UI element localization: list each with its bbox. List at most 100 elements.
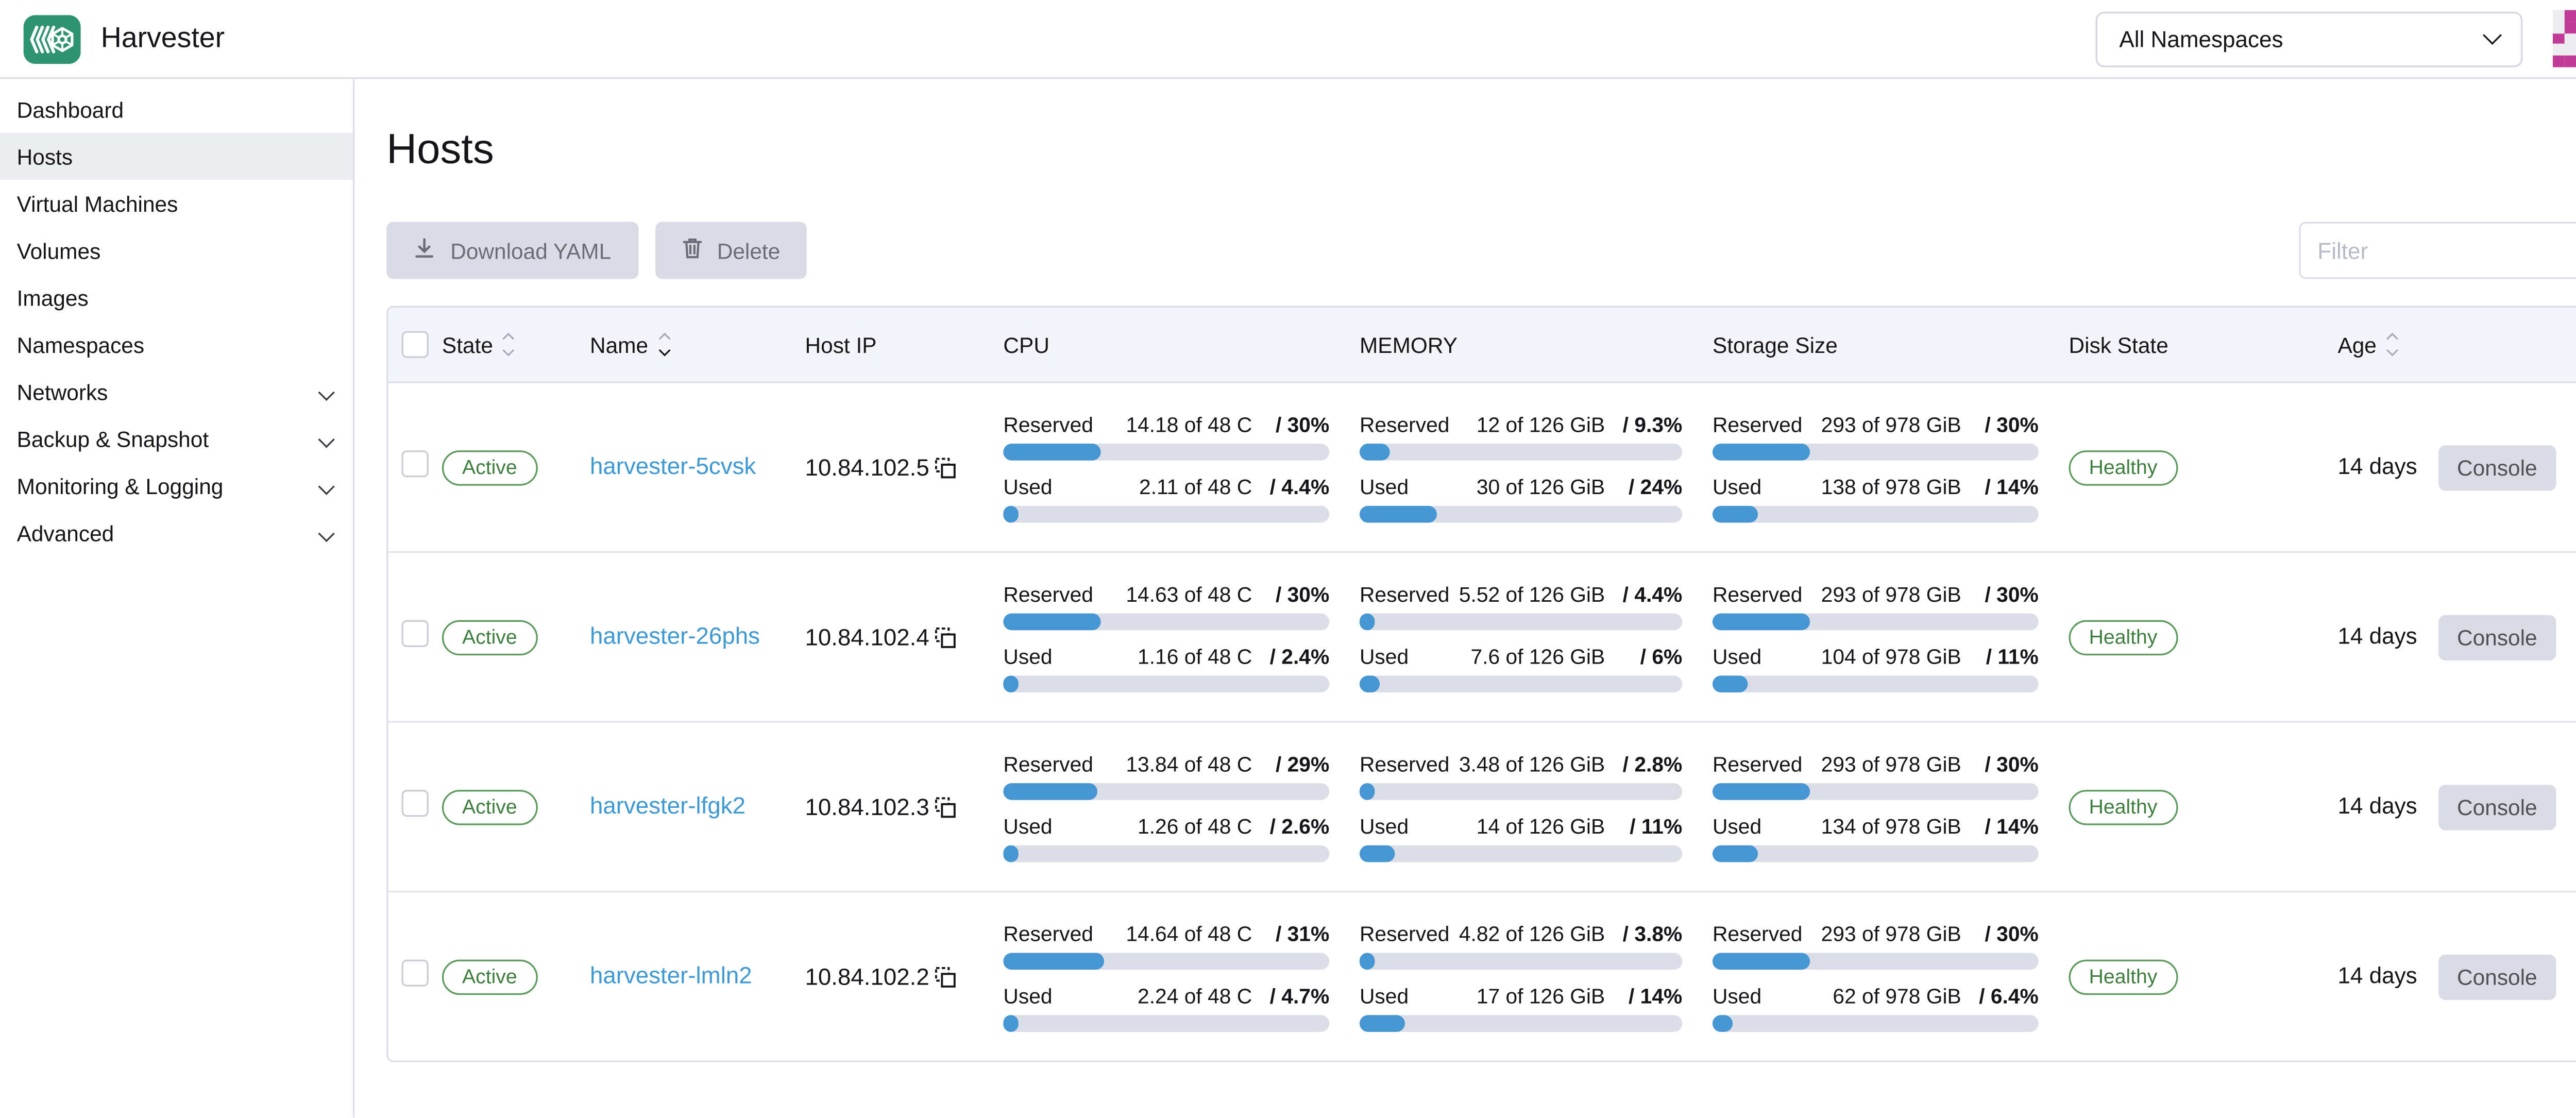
used-progress-fill xyxy=(1713,1014,1733,1031)
storage-meter: Reserved293 of 978 GiB/ 30%Used138 of 97… xyxy=(1702,413,2059,522)
sidebar-item-namespaces[interactable]: Namespaces xyxy=(0,321,353,368)
column-header-state[interactable]: State xyxy=(432,332,580,357)
used-percent: / 6.4% xyxy=(1961,984,2039,1008)
namespace-selector[interactable]: All Namespaces xyxy=(2096,11,2523,66)
reserved-amount: 14.63 of 48 C xyxy=(1126,582,1252,606)
cpu-reserved-line: Reserved13.84 of 48 C/ 29% xyxy=(1003,752,1329,776)
delete-button[interactable]: Delete xyxy=(655,222,807,279)
host-ip: 10.84.102.3 xyxy=(805,793,993,820)
reserved-percent: / 30% xyxy=(1252,413,1329,436)
table-row: Activeharvester-26phs10.84.102.4 Reserve… xyxy=(388,551,2576,721)
name-cell: harvester-26phs xyxy=(580,622,795,652)
storage-used-line: Used138 of 978 GiB/ 14% xyxy=(1713,475,2039,499)
row-checkbox-cell xyxy=(388,959,432,994)
used-label: Used xyxy=(1713,984,1833,1008)
reserved-percent: / 9.3% xyxy=(1605,413,1682,436)
sidebar-item-advanced[interactable]: Advanced xyxy=(0,509,353,556)
download-icon-slot xyxy=(413,237,435,264)
console-button[interactable]: Console xyxy=(2438,784,2555,829)
used-amount: 30 of 126 GiB xyxy=(1477,475,1605,499)
chevron-down-icon xyxy=(318,478,333,494)
memory-reserved-line: Reserved4.82 of 126 GiB/ 3.8% xyxy=(1360,922,1682,945)
cpu-reserved-line: Reserved14.18 of 48 C/ 30% xyxy=(1003,413,1329,436)
sidebar-item-virtual-machines[interactable]: Virtual Machines xyxy=(0,180,353,227)
used-percent: / 14% xyxy=(1605,984,1682,1008)
copy-icon[interactable] xyxy=(935,456,956,478)
used-label: Used xyxy=(1713,475,1821,499)
reserved-percent: / 4.4% xyxy=(1605,582,1682,606)
row-checkbox[interactable] xyxy=(402,619,429,646)
sidebar-item-backup-snapshot[interactable]: Backup & Snapshot xyxy=(0,415,353,462)
cpu-meter: Reserved14.64 of 48 C/ 31%Used2.24 of 48… xyxy=(993,922,1350,1031)
table-row: Activeharvester-lfgk210.84.102.3 Reserve… xyxy=(388,721,2576,890)
sidebar-item-label: Backup & Snapshot xyxy=(17,426,209,451)
filter-input[interactable] xyxy=(2299,222,2576,279)
header-checkbox-cell xyxy=(388,331,432,358)
disk-state-cell: Healthy xyxy=(2059,619,2314,655)
reserved-progress-fill xyxy=(1003,782,1097,799)
harvester-app: Harvester All Namespaces DashboardHostsV… xyxy=(0,0,2576,1117)
copy-icon[interactable] xyxy=(935,796,956,818)
used-label: Used xyxy=(1003,475,1139,499)
storage-meter: Reserved293 of 978 GiB/ 30%Used134 of 97… xyxy=(1702,752,2059,861)
page-title: Hosts xyxy=(386,126,2576,175)
console-button[interactable]: Console xyxy=(2438,445,2555,490)
used-progress-bar xyxy=(1003,1014,1329,1031)
reserved-progress-bar xyxy=(1360,952,1682,969)
column-header-age[interactable]: Age xyxy=(2314,332,2429,357)
sidebar-item-hosts[interactable]: Hosts xyxy=(0,133,353,180)
column-header-label: Age xyxy=(2337,332,2376,357)
chevron-up-icon xyxy=(503,332,515,344)
cpu-used-line: Used2.24 of 48 C/ 4.7% xyxy=(1003,984,1329,1008)
sidebar-item-volumes[interactable]: Volumes xyxy=(0,227,353,274)
reserved-label: Reserved xyxy=(1713,752,1821,776)
select-all-checkbox[interactable] xyxy=(402,331,429,358)
sidebar-item-dashboard[interactable]: Dashboard xyxy=(0,86,353,132)
reserved-progress-fill xyxy=(1713,613,1810,630)
row-checkbox[interactable] xyxy=(402,789,429,816)
chevron-down-icon xyxy=(2483,25,2502,44)
toolbar: Download YAML Delete xyxy=(386,222,2576,279)
row-checkbox-cell xyxy=(388,619,432,655)
row-checkbox[interactable] xyxy=(402,959,429,986)
age-cell: 14 days xyxy=(2314,961,2429,992)
host-name-link[interactable]: harvester-26phs xyxy=(590,622,760,649)
used-progress-bar xyxy=(1713,505,2039,522)
reserved-percent: / 29% xyxy=(1252,752,1329,776)
host-name-link[interactable]: harvester-lmln2 xyxy=(590,961,752,988)
table-row: Activeharvester-lmln210.84.102.2 Reserve… xyxy=(388,891,2576,1060)
sidebar-item-monitoring-logging[interactable]: Monitoring & Logging xyxy=(0,462,353,509)
harvester-logo-icon xyxy=(24,14,81,63)
used-percent: / 4.4% xyxy=(1252,475,1329,499)
console-button[interactable]: Console xyxy=(2438,614,2555,659)
user-avatar[interactable] xyxy=(2553,10,2576,67)
disk-state-badge: Healthy xyxy=(2069,619,2178,655)
used-progress-bar xyxy=(1713,675,2039,692)
reserved-percent: / 30% xyxy=(1961,582,2039,606)
sidebar-item-images[interactable]: Images xyxy=(0,274,353,321)
copy-icon[interactable] xyxy=(935,626,956,648)
used-amount: 17 of 126 GiB xyxy=(1477,984,1605,1008)
reserved-label: Reserved xyxy=(1360,413,1477,436)
sidebar-item-networks[interactable]: Networks xyxy=(0,368,353,415)
download-yaml-button[interactable]: Download YAML xyxy=(386,222,638,279)
host-name-link[interactable]: harvester-lfgk2 xyxy=(590,791,745,818)
memory-used-line: Used7.6 of 126 GiB/ 6% xyxy=(1360,645,1682,668)
cpu-used-line: Used1.16 of 48 C/ 2.4% xyxy=(1003,645,1329,668)
used-progress-bar xyxy=(1713,844,2039,861)
console-button[interactable]: Console xyxy=(2438,954,2555,999)
column-header-name[interactable]: Name xyxy=(580,332,795,357)
used-progress-bar xyxy=(1003,505,1329,522)
column-header-host-ip: Host IP xyxy=(795,332,993,357)
actions-cell: Console xyxy=(2429,445,2576,490)
used-amount: 104 of 978 GiB xyxy=(1821,645,1961,668)
toolbar-buttons: Download YAML Delete xyxy=(386,222,807,279)
disk-state-cell: Healthy xyxy=(2059,959,2314,994)
host-ip-cell: 10.84.102.5 xyxy=(795,454,993,481)
reserved-label: Reserved xyxy=(1360,752,1459,776)
copy-icon[interactable] xyxy=(935,965,956,987)
host-name-link[interactable]: harvester-5cvsk xyxy=(590,452,756,479)
host-ip-value: 10.84.102.4 xyxy=(805,623,929,650)
namespace-selector-value: All Namespaces xyxy=(2119,26,2283,52)
row-checkbox[interactable] xyxy=(402,450,429,477)
